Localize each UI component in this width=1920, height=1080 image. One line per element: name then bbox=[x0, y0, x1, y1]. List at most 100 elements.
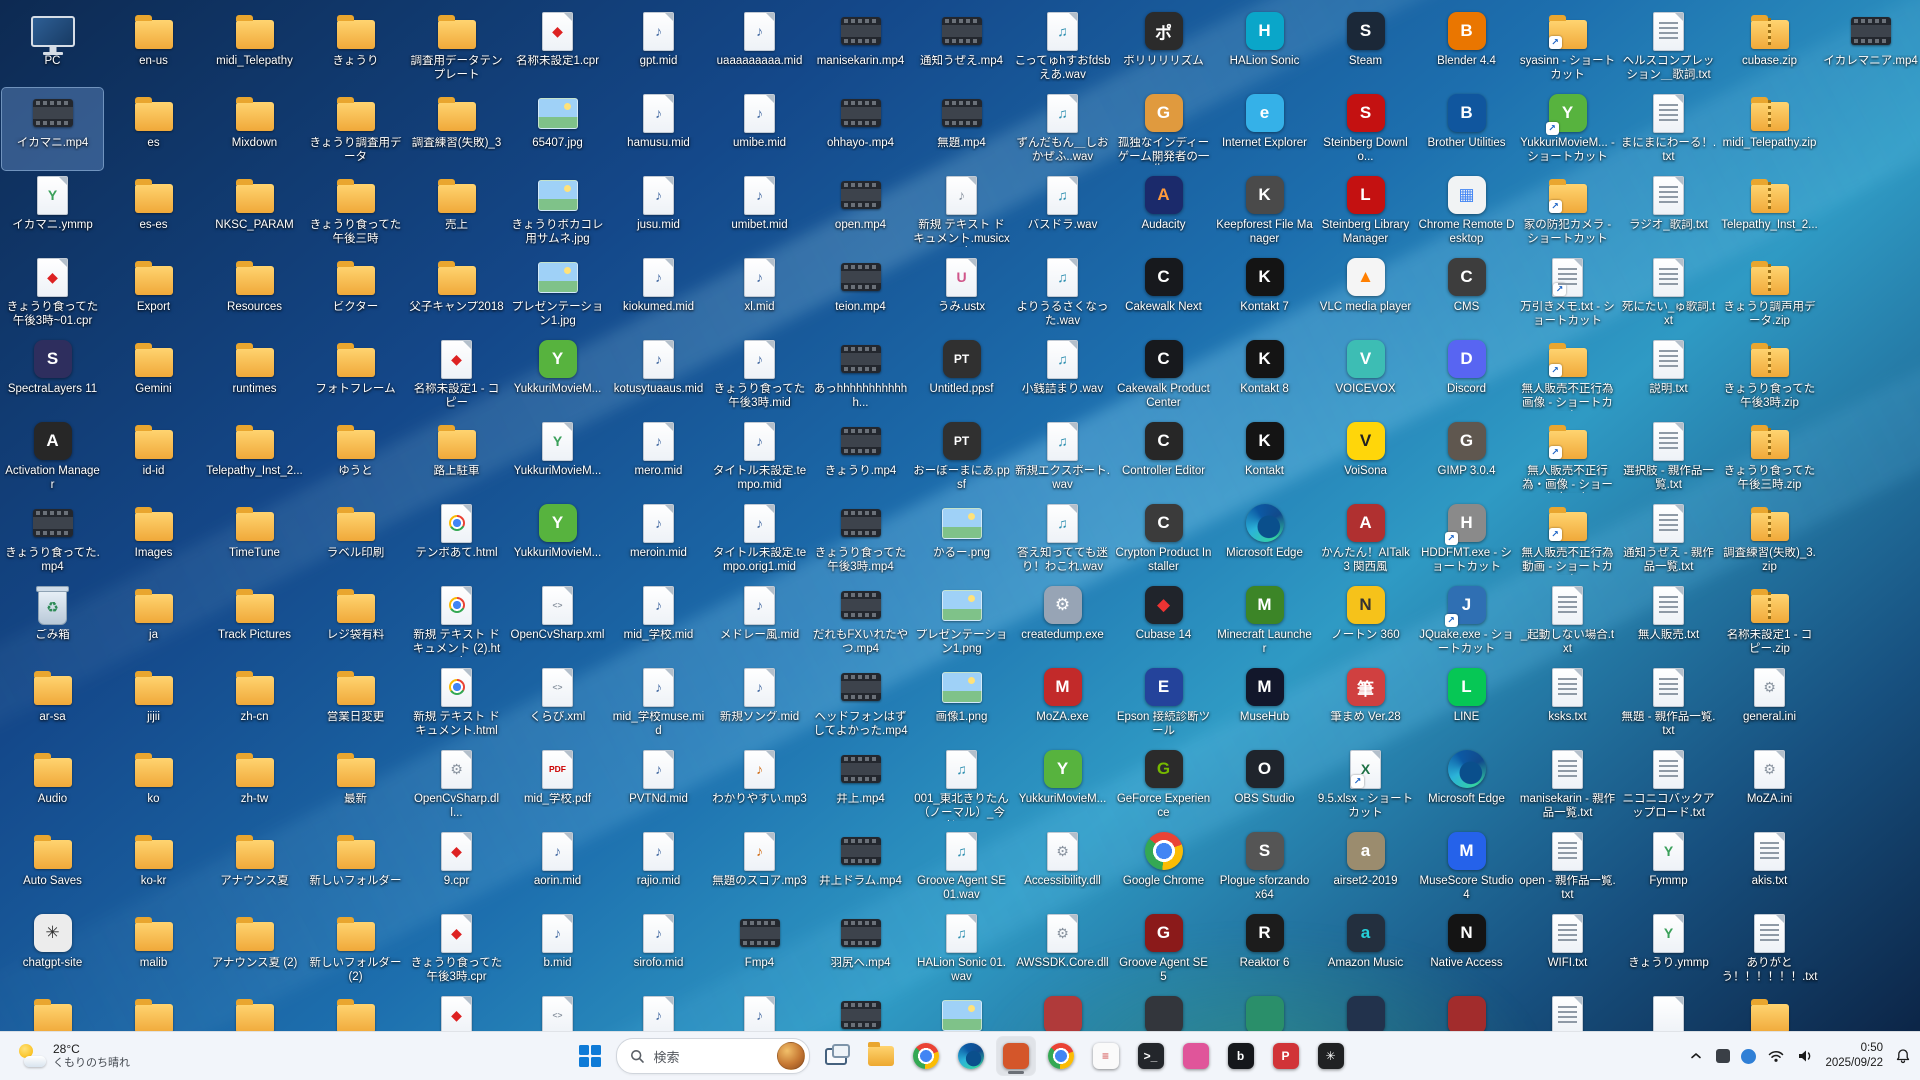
desktop-icon[interactable]: AActivation Manager bbox=[2, 416, 103, 498]
desktop-icon[interactable] bbox=[1012, 990, 1113, 1032]
desktop-icon[interactable]: ksks.txt bbox=[1517, 662, 1618, 744]
taskbar-notes-app[interactable]: ≡ bbox=[1087, 1037, 1125, 1075]
desktop-icon[interactable]: ↗万引きメモ.txt - ショートカット bbox=[1517, 252, 1618, 334]
desktop-icon[interactable]: ♪mid_学校muse.mid bbox=[608, 662, 709, 744]
desktop-icon[interactable]: WIFI.txt bbox=[1517, 908, 1618, 990]
desktop-icon[interactable]: zh-cn bbox=[204, 662, 305, 744]
desktop-icon[interactable]: aAmazon Music bbox=[1315, 908, 1416, 990]
desktop-icon[interactable]: ラベル印刷 bbox=[305, 498, 406, 580]
desktop-icon[interactable]: ♪xl.mid bbox=[709, 252, 810, 334]
desktop-icon[interactable]: きょうり食ってた午後三時.zip bbox=[1719, 416, 1820, 498]
desktop-icon[interactable] bbox=[103, 990, 204, 1032]
desktop-icon[interactable]: BBlender 4.4 bbox=[1416, 6, 1517, 88]
desktop-icon[interactable]: YYukkuriMovieM... bbox=[507, 334, 608, 416]
desktop-icon[interactable]: ポポリリリリズム bbox=[1113, 6, 1214, 88]
desktop-icon[interactable] bbox=[1618, 990, 1719, 1032]
desktop-icon[interactable]: 営業日変更 bbox=[305, 662, 406, 744]
desktop-icon[interactable]: ⚙OpenCvSharp.dll... bbox=[406, 744, 507, 826]
weather-widget[interactable]: 28°C くもりのち晴れ bbox=[8, 1039, 138, 1074]
desktop-icon[interactable]: ko-kr bbox=[103, 826, 204, 908]
desktop-icon[interactable]: teion.mp4 bbox=[810, 252, 911, 334]
desktop-icon[interactable]: ♪gpt.mid bbox=[608, 6, 709, 88]
desktop-icon[interactable]: ビクター bbox=[305, 252, 406, 334]
desktop-icon[interactable]: manisekarin - 親作品一覧.txt bbox=[1517, 744, 1618, 826]
taskbar-file-explorer[interactable] bbox=[862, 1037, 900, 1075]
desktop-icon[interactable]: Telepathy_Inst_2... bbox=[204, 416, 305, 498]
desktop-icon[interactable]: aairset2-2019 bbox=[1315, 826, 1416, 908]
desktop-icon[interactable]: 父子キャンプ2018 bbox=[406, 252, 507, 334]
desktop-icon[interactable]: 画像1.png bbox=[911, 662, 1012, 744]
desktop-icon[interactable] bbox=[1315, 990, 1416, 1032]
desktop-icon[interactable]: Track Pictures bbox=[204, 580, 305, 662]
desktop-icon[interactable]: ♪タイトル未設定.tempo.orig1.mid bbox=[709, 498, 810, 580]
desktop-icon[interactable]: ⚙AWSSDK.Core.dll bbox=[1012, 908, 1113, 990]
notification-bell-icon[interactable] bbox=[1894, 1047, 1912, 1065]
volume-icon[interactable] bbox=[1796, 1047, 1814, 1065]
taskbar-terminal-app[interactable]: >_ bbox=[1132, 1037, 1170, 1075]
desktop-icon[interactable]: eInternet Explorer bbox=[1214, 88, 1315, 170]
taskbar-active-media-app[interactable] bbox=[997, 1037, 1035, 1075]
desktop-icon[interactable]: PC bbox=[2, 6, 103, 88]
desktop-icon[interactable]: プレゼンテーション1.png bbox=[911, 580, 1012, 662]
desktop-icon[interactable]: ♪sirofo.mid bbox=[608, 908, 709, 990]
desktop-icon[interactable]: AAudacity bbox=[1113, 170, 1214, 252]
desktop-icon[interactable]: 路上駐車 bbox=[406, 416, 507, 498]
desktop-icon[interactable]: ♪新規ソング.mid bbox=[709, 662, 810, 744]
desktop-icon[interactable]: ♪わかりやすい.mp3 bbox=[709, 744, 810, 826]
desktop-icon[interactable]: ♫ずんだもん＿しおかぜふ..wav bbox=[1012, 88, 1113, 170]
desktop-icon[interactable]: ↗家の防犯カメラ - ショートカット bbox=[1517, 170, 1618, 252]
desktop-icon[interactable]: ♪新規 テキスト ドキュメント.musicxml bbox=[911, 170, 1012, 252]
desktop-icon[interactable]: RReaktor 6 bbox=[1214, 908, 1315, 990]
desktop-icon[interactable]: GGIMP 3.0.4 bbox=[1416, 416, 1517, 498]
desktop-icon[interactable]: ⚙Accessibility.dll bbox=[1012, 826, 1113, 908]
desktop-icon[interactable] bbox=[1113, 990, 1214, 1032]
taskbar-pink-media-app[interactable] bbox=[1177, 1037, 1215, 1075]
desktop-icon[interactable]: PDFmid_学校.pdf bbox=[507, 744, 608, 826]
desktop-icon[interactable]: きょうり.mp4 bbox=[810, 416, 911, 498]
desktop-icon[interactable]: ♪kotusytuaaus.mid bbox=[608, 334, 709, 416]
desktop[interactable]: PCen-usmidi_Telepathyきょうり調査用データテンプレート◆名称… bbox=[0, 0, 1920, 1032]
clock[interactable]: 0:50 2025/09/22 bbox=[1825, 1041, 1883, 1071]
desktop-icon[interactable]: H↗HDDFMT.exe - ショートカット bbox=[1416, 498, 1517, 580]
desktop-icon[interactable]: _起動しない場合.txt bbox=[1517, 580, 1618, 662]
taskbar-powerpoint-app[interactable]: P bbox=[1267, 1037, 1305, 1075]
desktop-icon[interactable]: CCrypton Product Installer bbox=[1113, 498, 1214, 580]
desktop-icon[interactable]: Auto Saves bbox=[2, 826, 103, 908]
desktop-icon[interactable]: en-us bbox=[103, 6, 204, 88]
desktop-icon[interactable]: ♪umibet.mid bbox=[709, 170, 810, 252]
desktop-icon[interactable]: レジ袋有料 bbox=[305, 580, 406, 662]
desktop-icon[interactable]: ◆名称未設定1 - コピー bbox=[406, 334, 507, 416]
desktop-icon[interactable]: Yイカマニ.ymmp bbox=[2, 170, 103, 252]
desktop-icon[interactable]: 新しいフォルダー bbox=[305, 826, 406, 908]
desktop-icon[interactable]: VVoiSona bbox=[1315, 416, 1416, 498]
desktop-icon[interactable]: ⚙general.ini bbox=[1719, 662, 1820, 744]
desktop-icon[interactable]: Microsoft Edge bbox=[1214, 498, 1315, 580]
desktop-icon[interactable]: PTUntitled.ppsf bbox=[911, 334, 1012, 416]
desktop-icon[interactable]: 調査練習(失敗)_3.zip bbox=[1719, 498, 1820, 580]
desktop-icon[interactable]: きょうり調声用データ.zip bbox=[1719, 252, 1820, 334]
desktop-icon[interactable]: Images bbox=[103, 498, 204, 580]
desktop-icon[interactable]: CCakewalk Product Center bbox=[1113, 334, 1214, 416]
desktop-icon[interactable]: イカレマニア.mp4 bbox=[1820, 6, 1920, 88]
desktop-icon[interactable]: HHALion Sonic bbox=[1214, 6, 1315, 88]
desktop-icon[interactable]: YYukkuriMovieM... bbox=[507, 498, 608, 580]
desktop-icon[interactable]: TimeTune bbox=[204, 498, 305, 580]
desktop-icon[interactable]: CCMS bbox=[1416, 252, 1517, 334]
desktop-icon[interactable]: きょうり bbox=[305, 6, 406, 88]
desktop-icon[interactable]: 新規 テキスト ドキュメント (2).html bbox=[406, 580, 507, 662]
desktop-icon[interactable]: 死にたい_ゅ歌詞.txt bbox=[1618, 252, 1719, 334]
desktop-icon[interactable]: ありがとう！！！！！！.txt bbox=[1719, 908, 1820, 990]
desktop-icon[interactable]: きょうり食ってた午後3時.mp4 bbox=[810, 498, 911, 580]
desktop-icon[interactable]: Export bbox=[103, 252, 204, 334]
desktop-icon[interactable]: X↗9.5.xlsx - ショートカット bbox=[1315, 744, 1416, 826]
desktop-icon[interactable]: 新しいフォルダー (2) bbox=[305, 908, 406, 990]
desktop-icon[interactable]: ♫答え知ってても迷り！わこれ.wav bbox=[1012, 498, 1113, 580]
desktop-icon[interactable]: 最新 bbox=[305, 744, 406, 826]
desktop-icon[interactable]: midi_Telepathy.zip bbox=[1719, 88, 1820, 170]
desktop-icon[interactable]: ↗無人販売不正行為動画 - ショートカット bbox=[1517, 498, 1618, 580]
desktop-icon[interactable]: ♪kiokumed.mid bbox=[608, 252, 709, 334]
desktop-icon[interactable]: 新規 テキスト ドキュメント.html bbox=[406, 662, 507, 744]
desktop-icon[interactable]: es bbox=[103, 88, 204, 170]
tray-app-blue-icon[interactable] bbox=[1741, 1049, 1756, 1064]
taskbar-microsoft-edge[interactable] bbox=[952, 1037, 990, 1075]
